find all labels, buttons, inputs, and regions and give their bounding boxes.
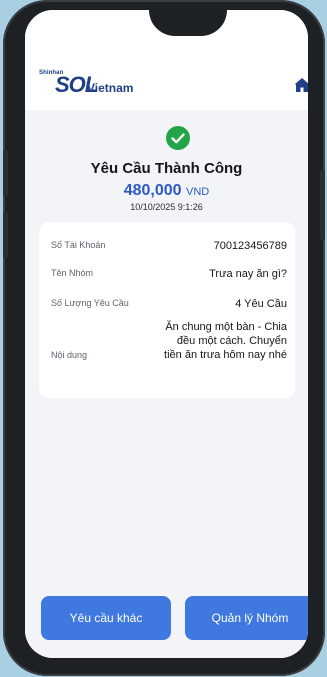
details-card: Số Tài Khoản 700123456789 Tên Nhóm Trưa … xyxy=(39,222,295,398)
result-screen: Yêu Cầu Thành Công 480,000 VND 10/10/202… xyxy=(25,110,308,658)
scene-background: Shinhan SOL Vietnam Yêu Cầu Thành Công 4… xyxy=(0,0,327,677)
amount-value: 480,000 xyxy=(123,182,182,199)
volume-up-button xyxy=(3,150,8,196)
phone-screen: Shinhan SOL Vietnam Yêu Cầu Thành Công 4… xyxy=(25,10,308,658)
other-request-button[interactable]: Yêu cầu khác xyxy=(41,596,171,640)
transaction-datetime: 10/10/2025 9:1:26 xyxy=(130,202,203,212)
detail-value: Trưa nay ăn gì? xyxy=(209,268,287,280)
detail-row-account: Số Tài Khoản 700123456789 xyxy=(51,240,287,256)
detail-label: Số Tài Khoản xyxy=(51,240,106,250)
amount-currency: VND xyxy=(186,186,210,198)
power-button xyxy=(320,170,325,240)
logo-country: Vietnam xyxy=(87,81,134,95)
detail-label: Số Lượng Yêu Cầu xyxy=(51,298,129,308)
detail-row-group: Tên Nhóm Trưa nay ăn gì? xyxy=(51,268,287,284)
detail-value: Ăn chung một bàn - Chia đều một cách. Ch… xyxy=(164,321,287,361)
detail-value: 4 Yêu Cầu xyxy=(235,298,287,310)
manage-group-button[interactable]: Quản lý Nhóm xyxy=(185,596,308,640)
check-circle-icon xyxy=(166,126,190,150)
detail-row-content: Nội dung Ăn chung một bàn - Chia đều một… xyxy=(51,320,287,390)
detail-value: 700123456789 xyxy=(213,240,287,252)
detail-label: Nội dung xyxy=(51,350,88,360)
status-title: Yêu Cầu Thành Công xyxy=(90,160,243,177)
detail-row-request-count: Số Lượng Yêu Cầu 4 Yêu Cầu xyxy=(51,298,287,314)
amount-display: 480,000 VND xyxy=(25,182,308,200)
home-icon[interactable] xyxy=(293,76,308,94)
volume-down-button xyxy=(3,212,8,258)
phone-frame: Shinhan SOL Vietnam Yêu Cầu Thành Công 4… xyxy=(3,0,325,676)
detail-label: Tên Nhóm xyxy=(51,268,94,278)
